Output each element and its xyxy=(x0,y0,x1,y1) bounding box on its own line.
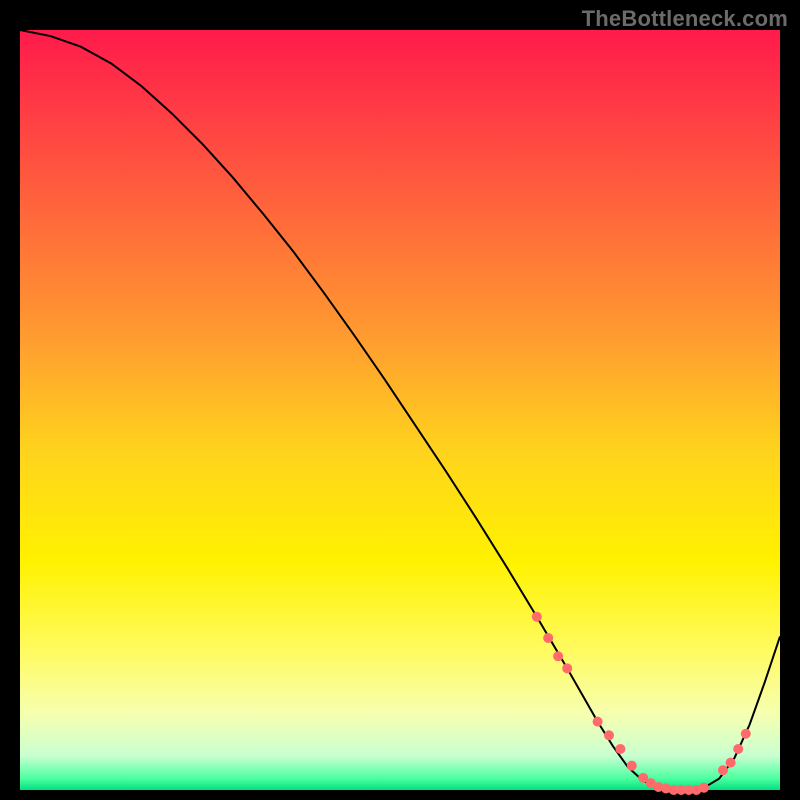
highlight-dot xyxy=(553,651,563,661)
chart-frame: TheBottleneck.com xyxy=(0,0,800,800)
highlight-dot xyxy=(543,633,553,643)
bottleneck-curve xyxy=(20,30,780,790)
highlight-dot xyxy=(718,765,728,775)
highlight-dots xyxy=(532,612,751,795)
highlight-dot xyxy=(726,758,736,768)
highlight-dot xyxy=(562,663,572,673)
highlight-dot xyxy=(604,730,614,740)
highlight-dot xyxy=(532,612,542,622)
highlight-dot xyxy=(699,783,709,793)
plot-area xyxy=(20,30,780,790)
highlight-dot xyxy=(741,729,751,739)
watermark-label: TheBottleneck.com xyxy=(582,6,788,32)
highlight-dot xyxy=(733,744,743,754)
highlight-dot xyxy=(593,717,603,727)
curve-layer xyxy=(20,30,780,790)
highlight-dot xyxy=(615,744,625,754)
highlight-dot xyxy=(627,761,637,771)
